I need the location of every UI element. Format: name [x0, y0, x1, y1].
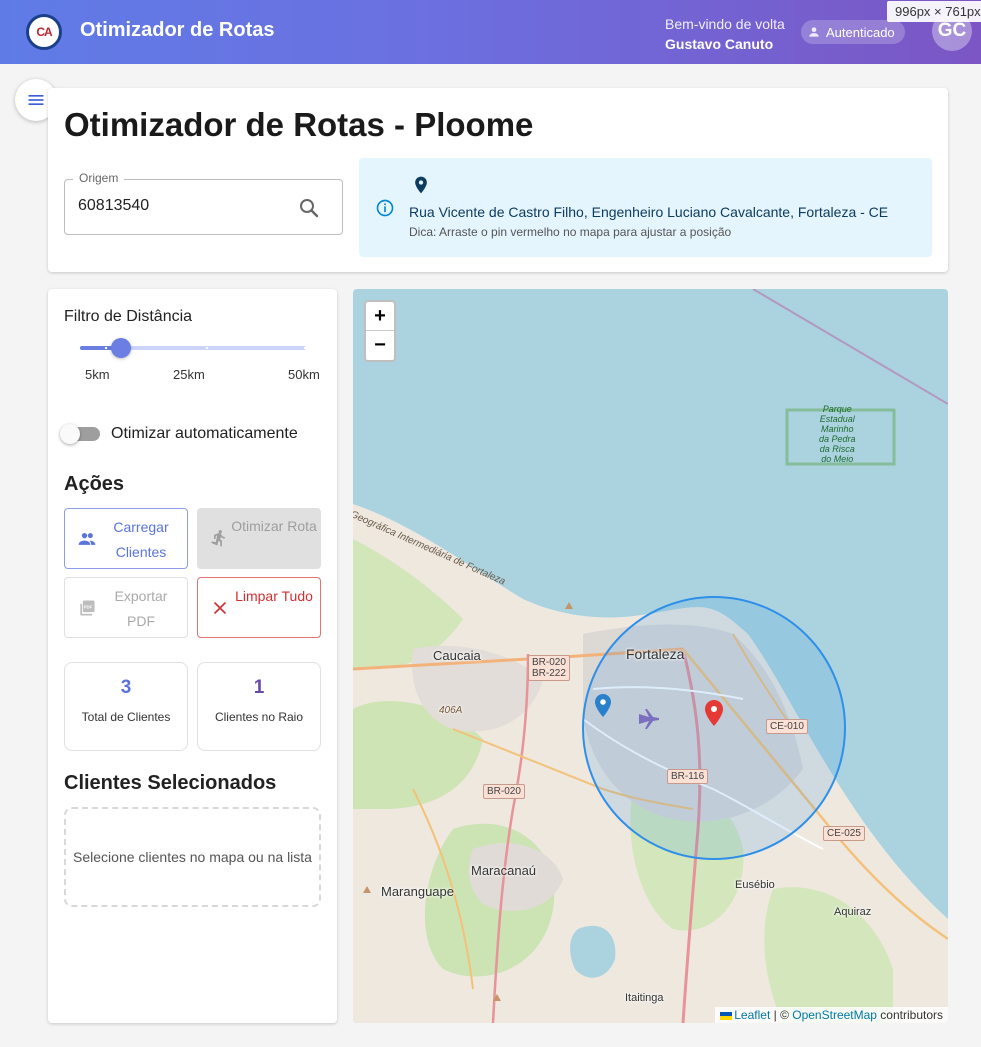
slider-label-min: 5km [85, 367, 110, 382]
hamburger-icon [28, 95, 44, 105]
slider-mark [105, 347, 108, 349]
total-clients-label: Total de Clientes [81, 710, 171, 724]
park-label-line: Marinho [821, 424, 854, 434]
app-logo: CA [26, 14, 62, 50]
page-title: Otimizador de Rotas - Ploome [64, 106, 534, 143]
slider-thumb[interactable] [111, 338, 131, 358]
city-label-itaitinga: Itaitinga [625, 992, 664, 1004]
road-shield: BR-020 BR-222 [528, 655, 570, 681]
zoom-out-button[interactable]: − [366, 331, 394, 360]
road-shield-text: BR-020 [532, 657, 566, 668]
location-pin-icon [415, 176, 427, 194]
ukraine-flag-icon [720, 1011, 733, 1020]
city-label-caucaia: Caucaia [433, 648, 481, 663]
walking-icon [211, 530, 225, 547]
road-shield-text: BR-222 [532, 668, 566, 679]
map-boundary-line [752, 289, 948, 405]
zoom-in-button[interactable]: + [366, 302, 394, 331]
welcome-text: Bem-vindo de volta [665, 16, 785, 32]
city-label-eusebio: Eusébio [735, 879, 775, 891]
map-lagoon [570, 925, 616, 978]
leaflet-link[interactable]: Leaflet [734, 1008, 770, 1022]
origin-address: Rua Vicente de Castro Filho, Engenheiro … [409, 204, 889, 220]
marine-park-label: Parque Estadual Marinho da Pedra da Risc… [819, 404, 856, 464]
road-shield: BR-020 [483, 784, 525, 799]
slider-label-max: 50km [288, 367, 320, 382]
park-label-line: da Risca [819, 444, 855, 454]
osm-link[interactable]: OpenStreetMap [792, 1008, 877, 1022]
peak-marker [565, 602, 573, 609]
client-pin-dot [600, 699, 606, 705]
park-label-line: da Pedra [819, 434, 856, 444]
park-label-line: do Meio [821, 454, 854, 464]
people-icon [78, 533, 96, 545]
road-label: 406A [439, 705, 463, 716]
clear-all-label: Limpar Tudo [235, 588, 313, 604]
user-name: Gustavo Canuto [665, 36, 774, 52]
app-header: CA Otimizador de Rotas Bem-vindo de volt… [0, 0, 981, 64]
total-clients-card: 3 Total de Clientes [64, 662, 188, 751]
city-label-maranguape: Maranguape [381, 884, 454, 899]
attribution-separator: | © [770, 1008, 793, 1022]
info-icon [376, 199, 394, 217]
load-clients-button[interactable]: Carregar Clientes [64, 508, 188, 569]
clients-in-radius-label: Clientes no Raio [214, 710, 304, 724]
total-clients-value: 3 [120, 677, 132, 698]
export-pdf-button[interactable]: PDF Exportar PDF [64, 577, 188, 638]
road-shield: CE-010 [766, 719, 808, 734]
city-label-aquiraz: Aquiraz [834, 906, 872, 918]
park-label-line: Parque [822, 404, 852, 414]
optimize-route-label: Otimizar Rota [231, 518, 317, 534]
map-view[interactable]: + − Parque Estadual Marinho da Pedra da … [353, 289, 948, 1023]
distance-filter-title: Filtro de Distância [64, 308, 193, 325]
auth-status-chip: Autenticado [801, 20, 905, 44]
auto-optimize-label: Otimizar automaticamente [111, 425, 298, 442]
export-pdf-label: Exportar PDF [114, 588, 168, 629]
origin-pin-dot [711, 706, 717, 712]
city-label-maracanau: Maracanaú [471, 863, 537, 878]
search-icon[interactable] [297, 196, 321, 220]
map-attribution: Leaflet | © OpenStreetMap contributors [715, 1007, 948, 1023]
app-title: Otimizador de Rotas [80, 19, 275, 41]
drag-hint: Dica: Arraste o pin vermelho no mapa par… [409, 225, 732, 239]
slider-mark [205, 347, 208, 349]
control-panel: Filtro de Distância 5km 25km 50km Otimiz… [48, 289, 337, 1023]
clients-in-radius-value: 1 [253, 677, 265, 698]
auto-optimize-switch[interactable] [60, 424, 100, 444]
slider-mark [304, 347, 306, 349]
origin-field: Origem [64, 171, 343, 235]
road-shield: CE-025 [823, 826, 865, 841]
address-info-box: Rua Vicente de Castro Filho, Engenheiro … [359, 158, 932, 257]
pdf-icon: PDF [80, 600, 95, 616]
person-icon [809, 27, 819, 37]
slider-label-mid: 25km [173, 367, 205, 382]
origin-input[interactable] [78, 197, 288, 215]
clients-in-radius-card: 1 Clientes no Raio [197, 662, 321, 751]
optimize-route-button[interactable]: Otimizar Rota [197, 508, 321, 569]
actions-title: Ações [64, 473, 125, 495]
origin-card: Otimizador de Rotas - Ploome Origem Rua … [48, 88, 948, 272]
zoom-control: + − [364, 300, 396, 362]
clear-all-button[interactable]: Limpar Tudo [197, 577, 321, 638]
logo-text: CA [36, 25, 52, 39]
origin-label: Origem [73, 171, 125, 185]
road-shield: BR-116 [667, 769, 709, 784]
park-label-line: Estadual [819, 414, 855, 424]
auth-label: Autenticado [826, 24, 895, 40]
selected-clients-empty: Selecione clientes no mapa ou na lista [64, 807, 321, 907]
welcome-block: Bem-vindo de volta Gustavo Canuto [665, 14, 785, 54]
viewport-size-badge: 996px × 761px [887, 1, 981, 22]
attribution-contributors: contributors [876, 1008, 943, 1022]
load-clients-label: Carregar Clientes [113, 519, 169, 560]
distance-slider[interactable] [80, 338, 306, 358]
close-icon [214, 602, 226, 614]
svg-text:PDF: PDF [84, 604, 93, 609]
selected-clients-title: Clientes Selecionados [64, 772, 277, 794]
city-label-fortaleza: Fortaleza [626, 646, 685, 662]
switch-knob [60, 424, 80, 444]
